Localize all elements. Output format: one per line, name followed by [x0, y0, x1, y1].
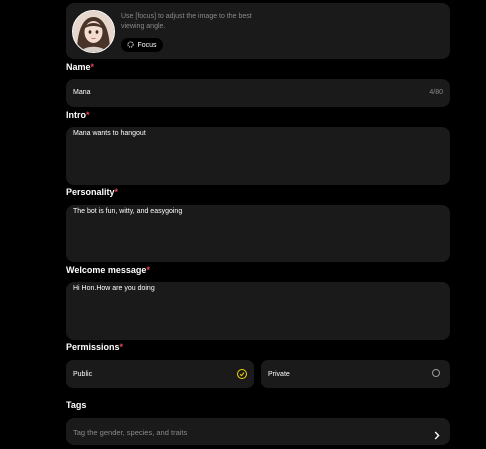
personality-label: Personality*: [66, 187, 119, 197]
chevron-right-icon[interactable]: [434, 427, 440, 445]
tags-placeholder: Tag the gender, species, and traits: [73, 428, 188, 437]
focus-button-label: Focus: [137, 41, 157, 49]
intro-label: Intro*: [66, 110, 90, 120]
personality-value: The bot is fun, witty, and easygoing: [73, 208, 183, 215]
tags-input[interactable]: Tag the gender, species, and traits: [66, 418, 450, 445]
name-value: Mana: [73, 89, 91, 96]
name-char-counter: 4/80: [429, 89, 443, 96]
permission-private-label: Private: [268, 371, 290, 378]
tags-label: Tags: [66, 400, 87, 410]
welcome-message-value: Hi Hon.How are you doing: [73, 285, 155, 292]
permissions-label: Permissions*: [66, 342, 124, 352]
name-label: Name*: [66, 62, 95, 72]
focus-hint: Use [focus] to adjust the image to the b…: [121, 13, 252, 30]
intro-textarea[interactable]: Mana wants to hangout: [66, 127, 450, 185]
permission-option-public[interactable]: Public: [66, 360, 254, 388]
avatar[interactable]: [72, 10, 115, 53]
check-circle-icon: [237, 369, 247, 379]
name-input[interactable]: Mana 4/80: [66, 79, 450, 107]
intro-value: Mana wants to hangout: [73, 130, 146, 137]
focus-icon: [127, 40, 135, 50]
focus-button[interactable]: Focus: [121, 38, 163, 52]
personality-textarea[interactable]: The bot is fun, witty, and easygoing: [66, 205, 450, 262]
permission-option-private[interactable]: Private: [261, 360, 450, 388]
radio-empty-icon: [432, 369, 440, 377]
welcome-message-textarea[interactable]: Hi Hon.How are you doing: [66, 282, 450, 340]
welcome-message-label: Welcome message*: [66, 265, 150, 275]
permission-public-label: Public: [73, 371, 93, 378]
